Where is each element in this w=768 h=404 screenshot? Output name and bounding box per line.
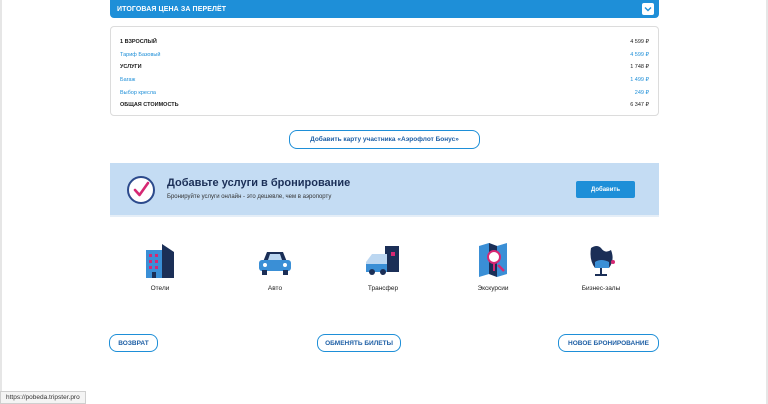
status-bar-url: https://pobeda.tripster.pro (0, 391, 86, 404)
add-services-button[interactable]: Добавить (576, 181, 635, 198)
price-value: 6 347 ₽ (630, 102, 649, 109)
price-row-baggage: Багаж 1 499 ₽ (120, 74, 649, 87)
service-label: Трансфер (367, 285, 399, 292)
price-summary-title: ИТОГОВАЯ ЦЕНА ЗА ПЕРЕЛЁТ (117, 5, 227, 13)
hotel-icon (140, 240, 180, 280)
price-row-adult: 1 ВЗРОСЛЫЙ 4 599 ₽ (120, 36, 649, 49)
price-row-total: ОБЩАЯ СТОИМОСТЬ 6 347 ₽ (120, 99, 649, 112)
price-label: 1 ВЗРОСЛЫЙ (120, 39, 157, 46)
map-pin-icon (473, 240, 513, 280)
service-transfer[interactable]: Трансфер (353, 240, 413, 292)
checkmark-circle-icon (127, 176, 155, 204)
price-value: 4 599 ₽ (630, 51, 649, 58)
service-label: Бизнес-залы (581, 285, 621, 292)
service-lounges[interactable]: Бизнес-залы (571, 240, 631, 292)
exchange-tickets-button[interactable]: ОБМЕНЯТЬ БИЛЕТЫ (317, 334, 401, 352)
new-booking-button[interactable]: НОВОЕ БРОНИРОВАНИЕ (558, 334, 659, 352)
price-value: 1 499 ₽ (630, 77, 649, 84)
price-row-services: УСЛУГИ 1 748 ₽ (120, 61, 649, 74)
chevron-down-icon[interactable] (642, 3, 654, 15)
price-value: 4 599 ₽ (630, 39, 649, 46)
price-value: 1 748 ₽ (630, 64, 649, 71)
price-label: Тариф Базовый (120, 51, 161, 58)
car-icon (255, 240, 295, 280)
service-label: Экскурсии (477, 285, 509, 292)
price-label: Багаж (120, 77, 136, 84)
price-label: Выбор кресла (120, 89, 156, 96)
refund-button[interactable]: ВОЗВРАТ (109, 334, 158, 352)
service-excursions[interactable]: Экскурсии (463, 240, 523, 292)
services-banner: Добавьте услуги в бронирование Бронируйт… (110, 163, 659, 217)
service-label: Отели (150, 285, 170, 292)
price-label: УСЛУГИ (120, 64, 142, 71)
service-car[interactable]: Авто (245, 240, 305, 292)
service-hotels[interactable]: Отели (130, 240, 190, 292)
service-label: Авто (267, 285, 283, 292)
services-banner-subtitle: Бронируйте услуги онлайн - это дешевле, … (167, 194, 332, 200)
price-row-seat: Выбор кресла 249 ₽ (120, 86, 649, 99)
price-summary-header[interactable]: ИТОГОВАЯ ЦЕНА ЗА ПЕРЕЛЁТ (110, 0, 659, 18)
lounge-chair-icon (581, 240, 621, 280)
price-row-tariff: Тариф Базовый 4 599 ₽ (120, 49, 649, 62)
price-label: ОБЩАЯ СТОИМОСТЬ (120, 102, 179, 109)
price-value: 249 ₽ (634, 89, 649, 96)
add-bonus-card-button[interactable]: Добавить карту участника «Аэрофлот Бонус… (289, 130, 480, 149)
transfer-van-icon (363, 240, 403, 280)
services-banner-title: Добавьте услуги в бронирование (167, 177, 351, 189)
price-breakdown: 1 ВЗРОСЛЫЙ 4 599 ₽ Тариф Базовый 4 599 ₽… (110, 26, 659, 116)
